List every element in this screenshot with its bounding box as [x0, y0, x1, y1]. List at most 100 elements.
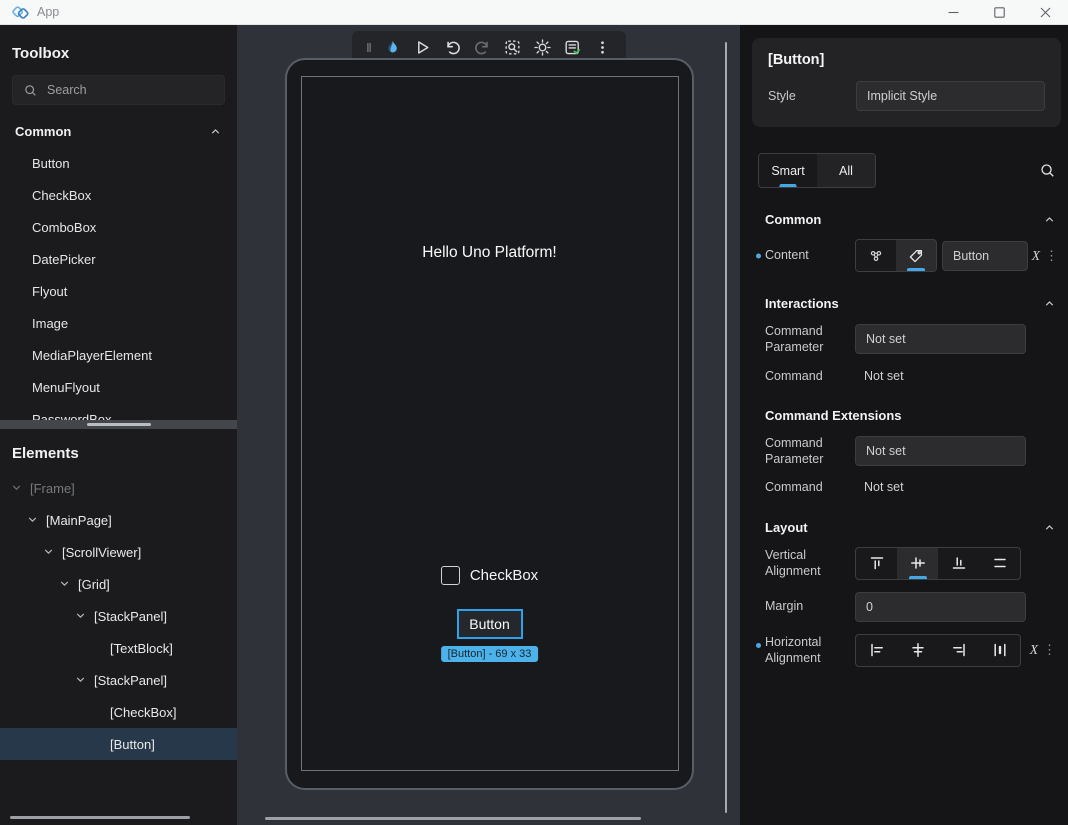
section-interactions[interactable]: Interactions [765, 296, 1056, 311]
section-layout-title: Layout [765, 520, 808, 535]
toolbox-search-input[interactable] [47, 83, 207, 97]
close-button[interactable] [1022, 0, 1068, 25]
checkbox-element[interactable]: CheckBox [287, 566, 692, 585]
chevron-down-icon[interactable] [42, 545, 57, 560]
align-left-icon [868, 641, 886, 659]
chevron-down-icon[interactable] [26, 513, 41, 528]
chevron-down-icon[interactable] [74, 609, 89, 624]
command-parameter-label: Command Parameter [765, 323, 855, 356]
uno-logo-icon [12, 4, 29, 21]
xaml-expression-button[interactable]: X [1032, 248, 1040, 264]
tree-item-frame[interactable]: [Frame] [0, 472, 237, 504]
toolbox-item-checkbox[interactable]: CheckBox [0, 179, 237, 211]
section-layout[interactable]: Layout [765, 520, 1056, 535]
tree-item-label: [CheckBox] [110, 705, 176, 720]
tree-item-stackpanel[interactable]: [StackPanel] [0, 664, 237, 696]
toolbox-item-image[interactable]: Image [0, 307, 237, 339]
halign-stretch-button[interactable] [979, 635, 1020, 666]
left-panel: Toolbox Common ButtonCheckBoxComboBoxDat… [0, 25, 237, 825]
halign-left-button[interactable] [856, 635, 897, 666]
toolbox-item-menuflyout[interactable]: MenuFlyout [0, 371, 237, 403]
page-bounds-outline [301, 76, 679, 771]
chevron-up-icon [209, 125, 222, 138]
margin-input[interactable] [855, 592, 1026, 622]
section-common[interactable]: Common [765, 212, 1056, 227]
element-tree: [Frame][MainPage][ScrollViewer][Grid][St… [0, 472, 237, 760]
tree-item-label: [ScrollViewer] [62, 545, 141, 560]
command-value[interactable]: Not set [855, 369, 1026, 383]
toolbox-item-combobox[interactable]: ComboBox [0, 211, 237, 243]
valign-top-button[interactable] [856, 548, 897, 579]
valign-center-button[interactable] [897, 548, 938, 579]
command-parameter-input[interactable] [855, 324, 1026, 354]
margin-label: Margin [765, 598, 855, 614]
content-input[interactable] [942, 241, 1028, 271]
valign-bottom-button[interactable] [938, 548, 979, 579]
ext-command-row: Command Not set [765, 479, 1056, 495]
property-more-menu-icon[interactable]: ⋮ [1045, 248, 1058, 264]
resource-toggle-icon[interactable] [856, 240, 896, 271]
elements-panel: Elements [Frame] [MainPage] [ScrollViewer]… [0, 429, 237, 825]
left-panel-hscrollbar[interactable] [10, 816, 190, 819]
search-icon [23, 83, 38, 98]
align-hcenter-icon [909, 641, 927, 659]
halign-center-button[interactable] [897, 635, 938, 666]
tab-all[interactable]: All [817, 154, 875, 187]
toolbox-item-passwordbox[interactable]: PasswordBox [0, 403, 237, 420]
minimize-button[interactable] [930, 0, 976, 25]
style-label: Style [768, 89, 856, 103]
command-label: Command [765, 368, 855, 384]
halign-right-button[interactable] [938, 635, 979, 666]
literal-tag-toggle-icon[interactable] [896, 240, 936, 271]
textblock-hello[interactable]: Hello Uno Platform! [287, 244, 692, 262]
properties-search-icon[interactable] [1039, 162, 1056, 179]
panel-splitter[interactable] [0, 420, 237, 429]
tree-item-button[interactable]: [Button] [0, 728, 237, 760]
tree-item-mainpage[interactable]: [MainPage] [0, 504, 237, 536]
style-input[interactable] [856, 81, 1045, 111]
xaml-expression-button[interactable]: X [1030, 642, 1038, 658]
toolbox-panel: Toolbox Common ButtonCheckBoxComboBoxDat… [0, 25, 237, 420]
margin-row: Margin [765, 592, 1056, 622]
tree-item-label: [Frame] [30, 481, 75, 496]
tree-item-checkbox[interactable]: [CheckBox] [0, 696, 237, 728]
chevron-down-icon[interactable] [74, 673, 89, 688]
toolbox-item-datepicker[interactable]: DatePicker [0, 243, 237, 275]
ext-command-parameter-input[interactable] [855, 436, 1026, 466]
align-hstretch-icon [991, 641, 1009, 659]
toolbox-search[interactable] [12, 75, 225, 105]
chevron-down-icon[interactable] [58, 577, 73, 592]
chevron-down-icon[interactable] [10, 481, 25, 496]
toolbox-item-button[interactable]: Button [0, 147, 237, 179]
toolbox-section-common[interactable]: Common [0, 121, 237, 141]
tab-smart-label: Smart [771, 164, 804, 178]
ext-command-value[interactable]: Not set [855, 480, 1026, 494]
tree-item-textblock[interactable]: [TextBlock] [0, 632, 237, 664]
tree-item-grid[interactable]: [Grid] [0, 568, 237, 600]
canvas-hscrollbar[interactable] [265, 817, 641, 820]
valign-stretch-button[interactable] [979, 548, 1020, 579]
chevron-up-icon [1043, 521, 1056, 534]
property-more-menu-icon[interactable]: ⋮ [1043, 642, 1056, 658]
button-element-selected[interactable]: Button [457, 609, 523, 639]
tab-all-label: All [839, 164, 853, 178]
section-command-extensions[interactable]: Command Extensions [765, 408, 1056, 423]
chevron-up-icon [1043, 213, 1056, 226]
tree-item-scrollviewer[interactable]: [ScrollViewer] [0, 536, 237, 568]
modified-indicator-dot [756, 643, 761, 648]
splitter-grip [87, 423, 151, 426]
tree-item-label: [StackPanel] [94, 673, 167, 688]
tab-smart[interactable]: Smart [759, 154, 817, 187]
toolbox-item-list: ButtonCheckBoxComboBoxDatePickerFlyoutIm… [0, 147, 237, 420]
checkbox-box-icon[interactable] [441, 566, 460, 585]
elements-title: Elements [12, 445, 225, 462]
property-tabs: Smart All [758, 153, 876, 188]
tree-item-stackpanel[interactable]: [StackPanel] [0, 600, 237, 632]
modified-indicator-dot [756, 253, 761, 258]
active-tab-indicator [780, 184, 797, 187]
toolbox-item-flyout[interactable]: Flyout [0, 275, 237, 307]
maximize-button[interactable] [976, 0, 1022, 25]
toolbox-item-mediaplayerelement[interactable]: MediaPlayerElement [0, 339, 237, 371]
canvas-vscrollbar[interactable] [725, 42, 727, 813]
content-property-row: Content X ⋮ [765, 239, 1056, 272]
